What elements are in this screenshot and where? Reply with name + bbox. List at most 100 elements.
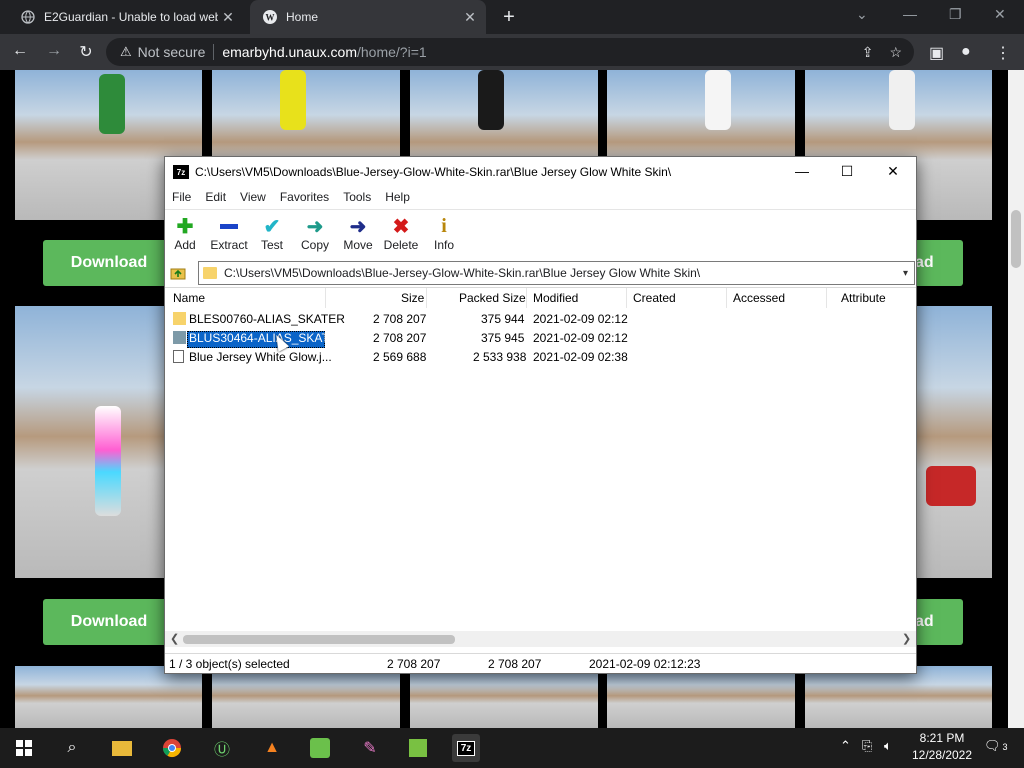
globe-icon <box>20 9 36 25</box>
close-tab-icon[interactable]: ✕ <box>218 9 238 26</box>
info-label: Info <box>433 238 454 252</box>
menu-kebab-icon[interactable]: ⋮ <box>995 43 1011 63</box>
page-scrollbar[interactable] <box>1008 70 1024 728</box>
info-button[interactable]: i Info <box>422 214 466 253</box>
test-button[interactable]: ✔ Test <box>250 214 294 253</box>
copy-button[interactable]: ➜ Copy <box>293 214 337 253</box>
col-modified[interactable]: Modified <box>533 291 578 305</box>
bookmark-star-icon[interactable]: ☆ <box>889 44 902 61</box>
plus-icon: ✚ <box>176 215 194 238</box>
close-tab-icon[interactable]: ✕ <box>460 9 480 26</box>
extract-button[interactable]: Extract <box>207 214 251 252</box>
side-panel-icon[interactable]: ▣ <box>929 43 944 63</box>
close-icon[interactable]: ✕ <box>994 6 1006 23</box>
file-explorer-icon[interactable] <box>108 734 136 762</box>
delete-label: Delete <box>383 238 419 252</box>
list-header: Name Size Packed Size Modified Created A… <box>165 288 916 308</box>
move-button[interactable]: ➜ Move <box>336 214 380 253</box>
skin-thumbnail[interactable] <box>410 666 598 728</box>
chevron-up-icon[interactable]: ⌃ <box>840 738 851 754</box>
divider <box>213 44 215 60</box>
path-combobox[interactable]: C:\Users\VM5\Downloads\Blue-Jersey-Glow-… <box>198 261 915 285</box>
menu-tools[interactable]: Tools <box>336 187 378 207</box>
skin-thumbnail[interactable] <box>805 666 992 728</box>
extract-label: Extract <box>210 238 248 252</box>
search-icon[interactable]: ⌕ <box>58 734 86 762</box>
warning-icon[interactable]: ⚠ <box>120 44 132 60</box>
url-path: /home/?i=1 <box>357 44 427 60</box>
chevron-down-icon[interactable]: ▾ <box>903 268 908 279</box>
scroll-thumb[interactable] <box>183 635 455 644</box>
menu-edit[interactable]: Edit <box>198 187 233 207</box>
menu-file[interactable]: File <box>165 187 198 207</box>
col-attributes[interactable]: Attribute <box>841 291 886 305</box>
skin-thumbnail[interactable] <box>212 666 400 728</box>
camtasia-icon[interactable] <box>306 734 334 762</box>
folder-up-icon[interactable] <box>169 264 187 282</box>
status-modified: 2021-02-09 02:12:23 <box>589 657 701 671</box>
clock[interactable]: 8:21 PM 12/28/2022 <box>904 730 980 764</box>
menu-help[interactable]: Help <box>378 187 417 207</box>
window-title: C:\Users\VM5\Downloads\Blue-Jersey-Glow-… <box>195 165 672 179</box>
paint-icon[interactable]: ✎ <box>356 734 384 762</box>
file-packed: 2 533 938 <box>473 350 527 364</box>
check-icon: ✔ <box>263 215 281 238</box>
minimize-icon[interactable]: — <box>787 163 817 179</box>
close-icon[interactable]: ✕ <box>878 163 908 180</box>
clock-time: 8:21 PM <box>919 731 965 745</box>
move-arrow-icon: ➜ <box>349 215 367 238</box>
vlc-icon[interactable]: ▲ <box>258 734 286 762</box>
download-button[interactable]: Download <box>43 599 175 645</box>
file-name: BLUS30464-ALIAS_SKAT... <box>189 331 338 345</box>
network-icon[interactable]: ⎘ <box>862 738 872 754</box>
volume-icon[interactable]: 🔈︎ <box>884 738 892 754</box>
back-icon[interactable]: ← <box>8 42 32 60</box>
file-name: BLES00760-ALIAS_SKATER <box>189 312 345 326</box>
scroll-right-icon[interactable]: ❯ <box>902 632 911 645</box>
profile-icon[interactable]: ● <box>961 43 971 61</box>
col-packed-size[interactable]: Packed Size <box>459 291 526 305</box>
table-row[interactable]: BLES00760-ALIAS_SKATER 2 708 207 375 944… <box>165 310 916 329</box>
clock-date: 12/28/2022 <box>911 748 973 762</box>
skin-thumbnail[interactable] <box>607 666 795 728</box>
menu-view[interactable]: View <box>233 187 273 207</box>
forward-icon[interactable]: → <box>42 42 66 60</box>
menu-favorites[interactable]: Favorites <box>273 187 336 207</box>
minimize-icon[interactable]: — <box>903 6 917 22</box>
folder-icon <box>173 312 186 325</box>
windows-start-icon[interactable] <box>10 734 38 762</box>
skin-thumbnail[interactable] <box>15 666 202 728</box>
copy-arrow-icon: ➜ <box>306 215 324 238</box>
restore-icon[interactable]: ❐ <box>949 6 962 23</box>
reload-icon[interactable]: ↻ <box>74 42 98 62</box>
folder-icon <box>203 267 217 279</box>
chrome-icon[interactable] <box>158 734 186 762</box>
taskbar: ⌕ Ⓤ ▲ ✎ 7z ⌃ ⎘ 🔈︎ 8:21 PM 12/28/2022 🗨︎ 3 <box>0 728 1024 768</box>
tab-search-chevron-icon[interactable]: ⌄ <box>856 6 868 23</box>
notification-icon[interactable]: 🗨︎ 3 <box>984 738 1008 754</box>
col-size[interactable]: Size <box>401 291 424 305</box>
maximize-icon[interactable]: ☐ <box>832 163 862 180</box>
col-created[interactable]: Created <box>633 291 676 305</box>
share-icon[interactable]: ⇪ <box>862 44 874 61</box>
notepad-icon[interactable] <box>404 734 432 762</box>
tab-home[interactable]: W Home ✕ <box>250 0 486 34</box>
scroll-thumb[interactable] <box>1011 210 1021 268</box>
add-button[interactable]: ✚ Add <box>163 214 207 253</box>
skin-thumbnail[interactable] <box>15 306 165 578</box>
delete-button[interactable]: ✖ Delete <box>379 214 423 253</box>
7zip-taskbar-icon[interactable]: 7z <box>452 734 480 762</box>
skin-thumbnail[interactable] <box>916 306 992 578</box>
address-bar[interactable]: ⚠ Not secure emarbyhd.unaux.com /home/?i… <box>106 38 914 66</box>
download-button[interactable]: Download <box>43 240 175 286</box>
horizontal-scrollbar[interactable]: ❮ ❯ <box>165 631 916 647</box>
browser-toolbar: ← → ↻ ⚠ Not secure emarbyhd.unaux.com /h… <box>0 34 1024 70</box>
file-packed: 375 945 <box>481 331 525 345</box>
7zip-window: 7z C:\Users\VM5\Downloads\Blue-Jersey-Gl… <box>164 156 917 674</box>
scroll-left-icon[interactable]: ❮ <box>170 632 179 645</box>
col-accessed[interactable]: Accessed <box>733 291 785 305</box>
new-tab-icon[interactable]: + <box>498 6 520 29</box>
uplay-icon[interactable]: Ⓤ <box>208 734 236 762</box>
col-name[interactable]: Name <box>173 291 205 305</box>
tab-e2guardian[interactable]: E2Guardian - Unable to load web ✕ <box>8 0 244 34</box>
